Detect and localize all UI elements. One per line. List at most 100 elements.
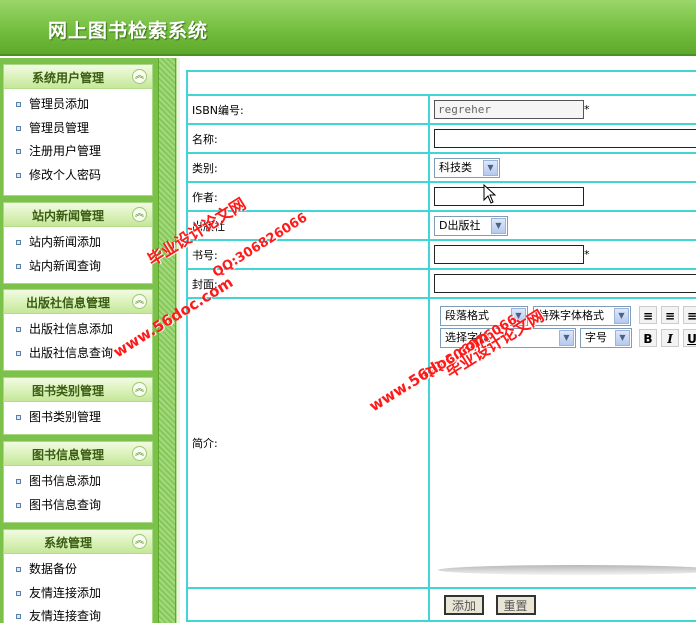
form-table: ISBN编号: regreher* 名称: 类别: 科技类 ▼ 作者: 出版社 xyxy=(186,70,696,622)
panel-header[interactable]: 图书信息管理 ︽ xyxy=(4,442,152,466)
frame-divider xyxy=(176,58,180,623)
collapse-icon[interactable]: ︽ xyxy=(132,207,147,222)
name-label: 名称: xyxy=(186,123,430,154)
panel-title: 出版社信息管理 xyxy=(25,296,110,310)
align-right-icon[interactable]: ≡ xyxy=(683,306,696,324)
sidebar-item-admin-add[interactable]: 管理员添加 xyxy=(4,93,152,117)
booknum-label: 书号: xyxy=(186,239,430,270)
bullet-icon xyxy=(16,125,21,131)
editor-content-area[interactable] xyxy=(434,351,696,569)
panel-news-mgmt: 站内新闻管理 ︽ 站内新闻添加 站内新闻查询 xyxy=(3,202,153,284)
bullet-icon xyxy=(16,567,21,572)
booknum-input[interactable] xyxy=(434,245,584,264)
sidebar-item-category-manage[interactable]: 图书类别管理 xyxy=(4,406,152,430)
collapse-icon[interactable]: ︽ xyxy=(132,446,147,461)
bullet-icon xyxy=(16,415,21,420)
bullet-icon xyxy=(16,502,21,508)
underline-icon[interactable]: U xyxy=(683,329,696,347)
sidebar-item-link-query[interactable]: 友情连接查询 xyxy=(4,605,152,623)
bullet-icon xyxy=(16,149,21,154)
align-center-icon[interactable]: ≡ xyxy=(661,306,679,324)
form-header-row xyxy=(186,70,696,96)
row-publisher: 出版社 D出版社 ▼ xyxy=(186,210,696,241)
panel-book-mgmt: 图书信息管理 ︽ 图书信息添加 图书信息查询 xyxy=(3,441,153,523)
panel-header[interactable]: 出版社信息管理 ︽ xyxy=(4,290,152,314)
required-mark: * xyxy=(584,103,590,116)
italic-icon[interactable]: I xyxy=(661,329,679,347)
isbn-input[interactable]: regreher xyxy=(434,100,584,119)
publisher-select[interactable]: D出版社 ▼ xyxy=(434,215,508,236)
bullet-icon xyxy=(16,614,21,619)
bullet-icon xyxy=(16,327,21,332)
mouse-cursor-icon xyxy=(483,184,497,204)
bullet-icon xyxy=(16,102,21,107)
panel-header[interactable]: 图书类别管理 ︽ xyxy=(4,378,152,402)
add-button[interactable]: 添加 xyxy=(444,594,485,615)
collapse-icon[interactable]: ︽ xyxy=(132,534,147,549)
row-isbn: ISBN编号: regreher * xyxy=(186,94,696,125)
collapse-icon[interactable]: ︽ xyxy=(132,69,147,84)
editor-shadow xyxy=(438,565,696,575)
sidebar-item-book-query[interactable]: 图书信息查询 xyxy=(4,494,152,518)
chevron-down-icon: ▼ xyxy=(483,159,498,176)
row-category: 类别: 科技类 ▼ xyxy=(186,152,696,183)
row-intro: 简介: 段落格式 ▼ 特殊字体格式 ▼ ≡ ≡ ≡ 选择字体 ▼ 字号 ▼ B … xyxy=(186,297,696,589)
app-title: 网上图书检索系统 xyxy=(48,20,209,42)
chevron-down-icon: ▼ xyxy=(491,217,506,234)
row-buttons: 添加 重置 xyxy=(186,587,696,622)
sidebar: 系统用户管理 ︽ 管理员添加 管理员管理 注册用户管理 修改个人密码 站内新闻管… xyxy=(0,58,158,623)
sidebar-item-publisher-add[interactable]: 出版社信息添加 xyxy=(4,318,152,342)
author-label: 作者: xyxy=(186,181,430,212)
book-add-form: ISBN编号: regreher* 名称: 类别: 科技类 ▼ 作者: 出版社 xyxy=(186,70,696,623)
font-select[interactable]: 选择字体 ▼ xyxy=(440,328,576,348)
sidebar-item-news-query[interactable]: 站内新闻查询 xyxy=(4,255,152,279)
reset-button[interactable]: 重置 xyxy=(495,594,536,615)
sidebar-item-news-add[interactable]: 站内新闻添加 xyxy=(4,231,152,255)
special-format-select[interactable]: 特殊字体格式 ▼ xyxy=(533,306,631,326)
sidebar-item-publisher-query[interactable]: 出版社信息查询 xyxy=(4,342,152,366)
sidebar-item-change-password[interactable]: 修改个人密码 xyxy=(4,164,152,188)
sidebar-item-data-backup[interactable]: 数据备份 xyxy=(4,558,152,582)
row-booknum: 书号: * xyxy=(186,239,696,270)
sidebar-item-admin-manage[interactable]: 管理员管理 xyxy=(4,117,152,141)
panel-system-mgmt: 系统管理 ︽ 数据备份 友情连接添加 友情连接查询 xyxy=(3,529,153,623)
collapse-icon[interactable]: ︽ xyxy=(132,294,147,309)
sidebar-item-link-add[interactable]: 友情连接添加 xyxy=(4,582,152,606)
panel-header[interactable]: 系统管理 ︽ xyxy=(4,530,152,554)
font-size-select[interactable]: 字号 ▼ xyxy=(580,328,632,348)
chevron-down-icon: ▼ xyxy=(614,308,629,324)
publisher-label: 出版社 xyxy=(186,210,430,241)
panel-header[interactable]: 系统用户管理 ︽ xyxy=(4,65,152,89)
bullet-icon xyxy=(16,479,21,484)
panel-title: 系统管理 xyxy=(43,536,92,550)
row-author: 作者: xyxy=(186,181,696,212)
bullet-icon xyxy=(16,350,21,356)
cover-input[interactable] xyxy=(434,274,696,293)
bullet-icon xyxy=(16,590,21,596)
cover-label: 封面: xyxy=(186,268,430,299)
sidebar-item-book-add[interactable]: 图书信息添加 xyxy=(4,470,152,494)
name-input[interactable] xyxy=(434,129,696,148)
category-select[interactable]: 科技类 ▼ xyxy=(434,157,500,178)
align-left-icon[interactable]: ≡ xyxy=(639,306,657,324)
paragraph-format-select[interactable]: 段落格式 ▼ xyxy=(440,306,528,326)
sidebar-splitter[interactable] xyxy=(158,58,176,623)
panel-title: 图书信息管理 xyxy=(31,448,104,462)
chevron-down-icon: ▼ xyxy=(511,308,526,324)
row-name: 名称: xyxy=(186,123,696,154)
panel-publisher-mgmt: 出版社信息管理 ︽ 出版社信息添加 出版社信息查询 xyxy=(3,289,153,371)
collapse-icon[interactable]: ︽ xyxy=(132,382,147,397)
author-input[interactable] xyxy=(434,187,584,206)
sidebar-item-registered-users[interactable]: 注册用户管理 xyxy=(4,140,152,164)
bullet-icon xyxy=(16,263,21,269)
panel-user-mgmt: 系统用户管理 ︽ 管理员添加 管理员管理 注册用户管理 修改个人密码 xyxy=(3,64,153,196)
chevron-down-icon: ▼ xyxy=(615,330,630,346)
chevron-down-icon: ▼ xyxy=(559,330,574,346)
bold-icon[interactable]: B xyxy=(639,329,657,347)
isbn-label: ISBN编号: xyxy=(186,94,430,125)
required-mark: * xyxy=(584,248,590,261)
panel-header[interactable]: 站内新闻管理 ︽ xyxy=(4,203,152,227)
panel-title: 站内新闻管理 xyxy=(31,209,104,223)
category-label: 类别: xyxy=(186,152,430,183)
panel-category-mgmt: 图书类别管理 ︽ 图书类别管理 xyxy=(3,377,153,435)
